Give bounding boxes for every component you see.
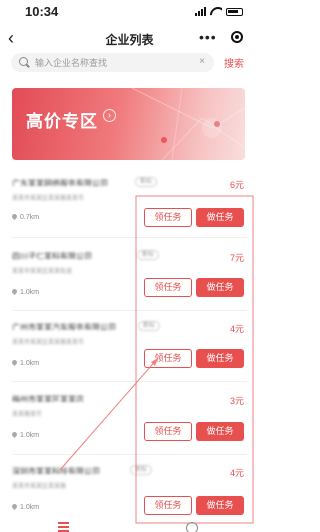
clear-icon[interactable]: × — [199, 56, 205, 67]
status-icons — [195, 7, 243, 16]
divider — [12, 310, 247, 311]
distance: 1.0km — [10, 358, 40, 367]
distance-value: 1.0km — [20, 432, 40, 439]
task-price: 4元 — [229, 468, 244, 478]
search-icon — [19, 57, 28, 66]
claim-task-button[interactable]: 领任务 — [144, 422, 192, 441]
list-item[interactable]: 深圳市某某科技有限公司 新标 4元 某某市某某区某某路 1.0km 领任务 做任… — [10, 465, 246, 518]
chevron-right-icon: › — [103, 109, 116, 122]
distance: 1.0km — [10, 430, 40, 439]
enterprise-tag: 新标 — [130, 465, 153, 475]
distance-value: 1.0km — [20, 289, 40, 296]
enterprise-name: 梅州市某某区某某店 — [12, 395, 84, 402]
enterprise-tag: 新标 — [137, 250, 160, 260]
list-tab-icon[interactable] — [58, 522, 69, 532]
enterprise-address: 某某市某某区某某路某某号 — [12, 196, 85, 202]
enterprise-address: 某某路某号 — [12, 412, 43, 418]
list-item[interactable]: 梅州市某某区某某店 3元 某某路某号 1.0km 领任务 做任务 — [10, 394, 246, 444]
enterprise-name: 广州市某某汽车服务有限公司 — [12, 323, 116, 330]
mini-program-capsule: ••• — [193, 27, 249, 47]
search-bar: × — [11, 53, 214, 72]
distance: 1.0km — [10, 287, 40, 296]
wifi-icon — [210, 7, 222, 16]
do-task-button[interactable]: 做任务 — [196, 349, 244, 368]
signal-icon — [195, 7, 206, 16]
history-tab-icon[interactable] — [186, 522, 198, 532]
enterprise-tag: 新标 — [135, 177, 158, 187]
do-task-button[interactable]: 做任务 — [196, 208, 244, 227]
status-bar: 10:34 — [0, 0, 259, 24]
list-item[interactable]: 广东某某网络服务有限公司 新标 6元 某某市某某区某某路某某号 0.7km 领任… — [10, 177, 246, 228]
high-price-banner[interactable]: 高价专区 › — [12, 88, 245, 160]
location-icon — [10, 430, 19, 439]
location-icon — [10, 358, 19, 367]
list-item[interactable]: 广州市某某汽车服务有限公司 新标 4元 某某市某某区某某路某某号 1.0km 领… — [10, 321, 246, 372]
enterprise-name: 四川子仁某科有限公司 — [12, 252, 92, 259]
enterprise-address: 某某市某某区某某路 — [12, 484, 67, 490]
search-input[interactable] — [35, 53, 195, 72]
claim-task-button[interactable]: 领任务 — [144, 208, 192, 227]
do-task-button[interactable]: 做任务 — [196, 496, 244, 515]
enterprise-name: 深圳市某某科技有限公司 — [12, 467, 100, 474]
close-miniprogram-icon[interactable] — [231, 31, 243, 43]
distance: 1.0km — [10, 502, 40, 511]
task-price: 6元 — [229, 180, 244, 190]
task-price: 3元 — [229, 396, 244, 406]
location-icon — [10, 212, 19, 221]
distance-value: 1.0km — [20, 504, 40, 511]
do-task-button[interactable]: 做任务 — [196, 422, 244, 441]
tab-bar — [0, 518, 259, 532]
task-price: 4元 — [229, 324, 244, 334]
more-icon[interactable]: ••• — [199, 30, 217, 44]
status-time: 10:34 — [25, 4, 59, 19]
do-task-button[interactable]: 做任务 — [196, 278, 244, 297]
banner-title: 高价专区 — [26, 112, 98, 131]
search-button[interactable]: 搜索 — [224, 55, 244, 70]
nav-bar: ‹ 企业列表 ••• — [0, 26, 259, 50]
enterprise-tag: 新标 — [138, 321, 161, 331]
claim-task-button[interactable]: 领任务 — [144, 278, 192, 297]
divider — [12, 237, 247, 238]
distance: 0.7km — [10, 212, 40, 221]
battery-icon — [226, 7, 243, 16]
location-icon — [10, 502, 19, 511]
claim-task-button[interactable]: 领任务 — [144, 349, 192, 368]
location-icon — [10, 287, 19, 296]
task-price: 7元 — [229, 253, 244, 263]
distance-value: 0.7km — [20, 214, 40, 221]
claim-task-button[interactable]: 领任务 — [144, 496, 192, 515]
enterprise-name: 广东某某网络服务有限公司 — [12, 179, 108, 186]
distance-value: 1.0km — [20, 360, 40, 367]
divider — [12, 381, 247, 382]
divider — [12, 454, 247, 455]
enterprise-address: 某某市某某区某某街道 — [12, 269, 73, 275]
list-item[interactable]: 四川子仁某科有限公司 新标 7元 某某市某某区某某街道 1.0km 领任务 做任… — [10, 250, 246, 301]
enterprise-address: 某某市某某区某某路某某号 — [12, 340, 85, 346]
